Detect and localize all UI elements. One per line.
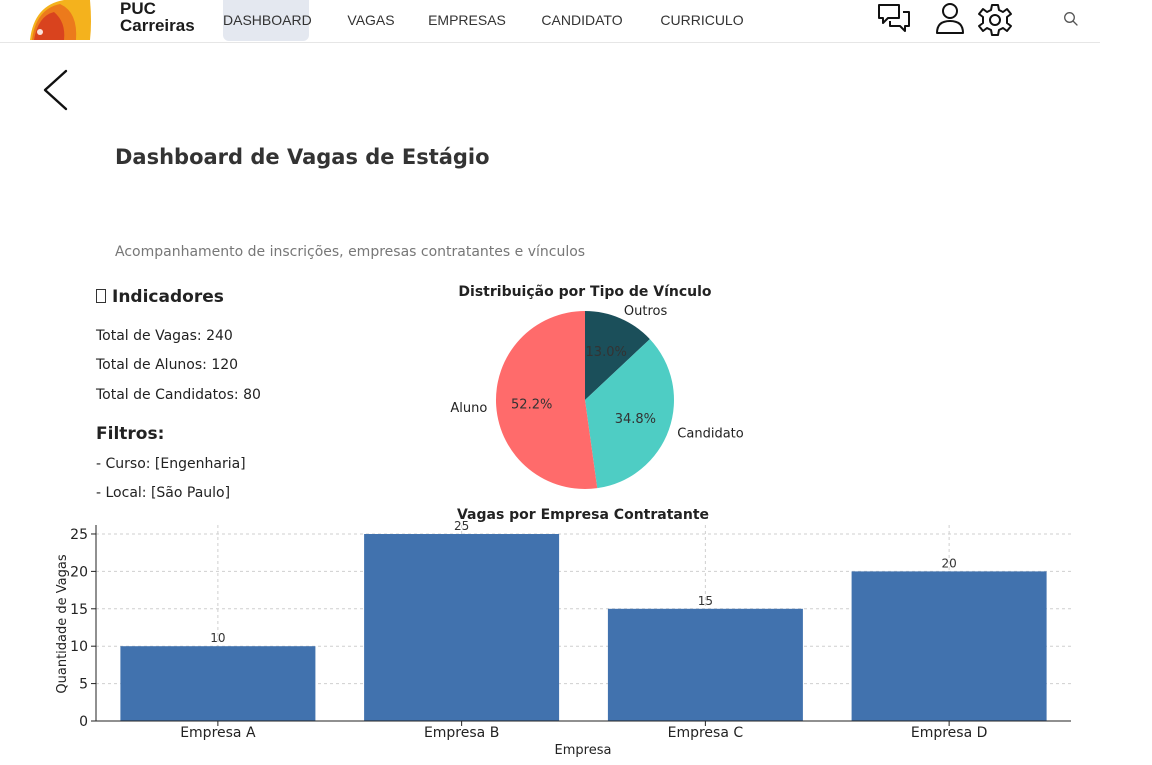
bar-x-tick-label: Empresa A	[180, 725, 256, 741]
bar-chart-ylabel: Quantidade de Vagas	[55, 554, 70, 693]
bar-value-label: 15	[698, 594, 713, 608]
bar-empresa-d	[851, 571, 1047, 721]
missing-glyph-icon	[96, 289, 106, 303]
user-icon[interactable]	[934, 2, 966, 36]
bar-x-tick-label: Empresa D	[911, 725, 988, 741]
indicators-title: Indicadores	[112, 287, 224, 307]
logo-line-2: Carreiras	[120, 16, 195, 35]
search-icon[interactable]	[1063, 11, 1079, 27]
nav-empresas[interactable]: EMPRESAS	[424, 0, 510, 41]
bar-y-tick-label: 5	[79, 677, 88, 693]
bar-y-tick-label: 0	[79, 714, 88, 730]
logo-text: PUC Carreiras	[120, 0, 195, 34]
bar-x-tick-label: Empresa B	[424, 725, 499, 741]
bar-value-label: 20	[941, 556, 956, 570]
bar-y-tick-label: 15	[70, 602, 88, 618]
pie-chart: Distribuição por Tipo de Vínculo 13.0% Ou…	[450, 284, 744, 489]
filters-heading: Filtros:	[96, 424, 165, 444]
page-subtitle: Acompanhamento de inscrições, empresas c…	[115, 244, 586, 260]
indicator-total-candidatos: Total de Candidatos: 80	[96, 387, 261, 403]
top-navigation: PUC Carreiras DASHBOARD VAGAS EMPRESAS C…	[0, 0, 1100, 43]
bar-x-tick-label: Empresa C	[668, 725, 744, 741]
bar-chart-title: Vagas por Empresa Contratante	[457, 507, 709, 523]
indicator-total-alunos: Total de Alunos: 120	[96, 357, 239, 373]
nav-dashboard[interactable]: DASHBOARD	[223, 0, 312, 41]
bar-y-tick-label: 25	[70, 527, 88, 543]
page-title: Dashboard de Vagas de Estágio	[115, 145, 490, 169]
indicator-total-vagas: Total de Vagas: 240	[96, 328, 233, 344]
logo-line-1: PUC	[120, 0, 156, 18]
bar-chart-xlabel: Empresa	[555, 743, 612, 758]
bar-value-label: 25	[454, 519, 469, 533]
pie-pct-label-aluno: 52.2%	[511, 398, 552, 413]
chat-icon[interactable]	[876, 2, 912, 36]
bar-empresa-c	[607, 608, 803, 721]
bar-chart: Vagas por Empresa Contratante 10 25 15 20 0…	[55, 507, 1071, 758]
bar-empresa-a	[120, 646, 316, 721]
filter-local: - Local: [São Paulo]	[96, 485, 231, 501]
bar-y-tick-label: 10	[70, 639, 88, 655]
indicators-heading: Indicadores	[96, 287, 224, 307]
back-arrow-icon[interactable]	[40, 68, 74, 112]
nav-curriculo[interactable]: CURRICULO	[655, 0, 749, 41]
pie-category-label-candidato: Candidato	[677, 427, 743, 442]
pie-category-label-aluno: Aluno	[450, 401, 487, 416]
bar-empresa-b	[364, 534, 560, 721]
bar-value-label: 10	[210, 631, 225, 645]
filter-curso: - Curso: [Engenharia]	[96, 456, 246, 472]
nav-vagas[interactable]: VAGAS	[340, 0, 402, 41]
pie-category-label-outros: Outros	[624, 304, 668, 319]
gear-icon[interactable]	[976, 2, 1014, 38]
nav-candidato[interactable]: CANDIDATO	[533, 0, 631, 41]
pie-chart-title: Distribuição por Tipo de Vínculo	[458, 284, 712, 300]
logo-mark-icon	[30, 0, 91, 40]
pie-pct-label-outros: 13.0%	[586, 345, 627, 360]
logo[interactable]: PUC Carreiras	[24, 0, 195, 40]
bar-y-tick-label: 20	[70, 564, 88, 580]
pie-pct-label-candidato: 34.8%	[615, 412, 656, 427]
